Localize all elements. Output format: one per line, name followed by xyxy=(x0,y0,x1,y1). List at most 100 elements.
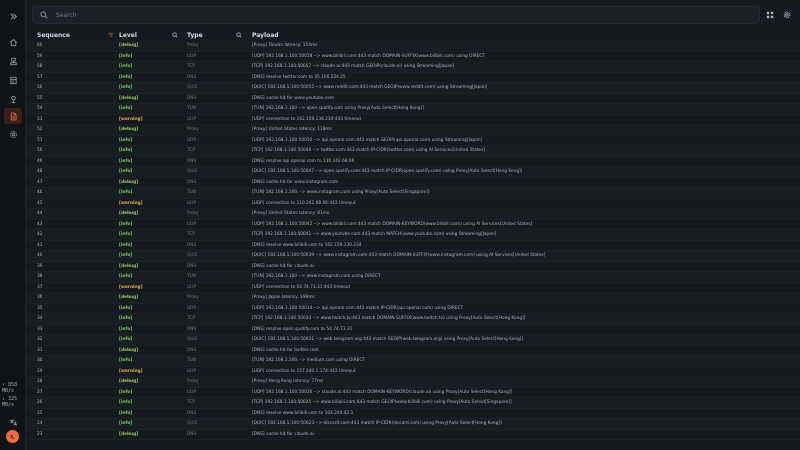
table-row[interactable]: 27 [info] UDP [UDP] 192.168.1.100:50026 -->… xyxy=(26,388,800,398)
log-type: TUN xyxy=(187,190,196,195)
sidebar: ↑ 858 MB/s ↓ 325 MB/s xyxy=(0,0,26,450)
log-sequence: 35 xyxy=(37,305,43,311)
log-sequence: 24 xyxy=(37,421,43,426)
table-row[interactable]: 28 [debug] Proxy [Proxy] Hong Kong latency:… xyxy=(26,377,800,388)
expand-sidebar-button[interactable] xyxy=(4,8,22,24)
table-row[interactable]: 57 [info] DNS [DNS] resolve twitter.com to … xyxy=(26,73,800,83)
table-row[interactable]: 37 [warning] UDP [UDP] connection to 54.74.… xyxy=(26,283,800,293)
nav-home[interactable] xyxy=(4,34,22,50)
log-type: UDP xyxy=(187,137,197,143)
log-type: DNS xyxy=(187,158,197,164)
language-button[interactable] xyxy=(4,414,22,430)
header-payload[interactable]: Payload xyxy=(252,32,279,39)
log-level: [info] xyxy=(119,326,133,332)
log-type: UDP xyxy=(187,389,197,395)
log-level: [info] xyxy=(119,316,133,321)
table-row[interactable]: 36 [debug] Proxy [Proxy] Japan latency: 199… xyxy=(26,293,800,304)
log-type: TCP xyxy=(187,64,195,69)
logs-icon xyxy=(10,112,16,120)
log-sequence: 28 xyxy=(37,379,43,384)
log-payload: [Proxy] Hong Kong latency: 77ms xyxy=(252,379,324,384)
table-row[interactable]: 32 [info] QUIC [QUIC] 192.168.1.100:50031 -… xyxy=(26,335,800,346)
log-payload: [DNS] cache hit for www.instagram.com xyxy=(252,179,339,185)
table-row[interactable]: 26 [info] TCP [TCP] 192.168.1.100:50025 -->… xyxy=(26,398,800,409)
log-type: UDP xyxy=(187,368,197,374)
log-type: UDP xyxy=(187,221,197,227)
nav-rules[interactable] xyxy=(4,72,22,88)
table-row[interactable]: 39 [debug] DNS [DNS] cache hit for claude.a… xyxy=(26,262,800,272)
log-sequence: 27 xyxy=(37,389,43,395)
table-row[interactable]: 35 [info] UDP [UDP] 192.168.1.100:50034 -->… xyxy=(26,304,800,314)
table-row[interactable]: 25 [info] DNS [DNS] resolve www.bilibili.co… xyxy=(26,409,800,419)
log-sequence: 48 xyxy=(37,169,43,174)
log-level: [info] xyxy=(119,85,133,90)
log-level: [info] xyxy=(119,232,133,237)
table-row[interactable]: 60 [debug] Proxy [Proxy] Taiwan latency: 15… xyxy=(26,41,800,52)
table-row[interactable]: 42 [info] TCP [TCP] 192.168.1.100:50041 -->… xyxy=(26,230,800,241)
table-row[interactable]: 31 [debug] DNS [DNS] cache hit for twitter.… xyxy=(26,346,800,356)
nav-logs[interactable] xyxy=(4,108,22,124)
log-type: UDP xyxy=(187,53,197,59)
log-payload: [UDP] 192.168.1.100:50034 --> api.openai… xyxy=(252,305,464,311)
table-row[interactable]: 59 [info] UDP [UDP] 192.168.1.100:50058 -->… xyxy=(26,52,800,62)
log-sequence: 41 xyxy=(37,242,43,248)
table-row[interactable]: 52 [debug] Proxy [Proxy] United States late… xyxy=(26,125,800,136)
table-row[interactable]: 50 [info] TCP [TCP] 192.168.1.100:50049 -->… xyxy=(26,146,800,157)
search-input[interactable] xyxy=(56,11,656,19)
nav-connections[interactable] xyxy=(4,91,22,107)
header-level[interactable]: Level xyxy=(119,32,137,39)
table-row[interactable]: 54 [info] TUN [TUN] 192.168.1.100 --> open.… xyxy=(26,104,800,115)
log-type: Proxy xyxy=(187,211,199,216)
settings-icon xyxy=(9,130,17,138)
table-row[interactable]: 55 [debug] DNS [DNS] cache hit for www.yout… xyxy=(26,94,800,104)
proxies-icon xyxy=(9,57,17,65)
type-filter-search-icon[interactable] xyxy=(236,32,242,38)
log-sequence: 33 xyxy=(37,326,43,332)
table-row[interactable]: 44 [debug] Proxy [Proxy] United States late… xyxy=(26,209,800,220)
table-row[interactable]: 47 [debug] DNS [DNS] cache hit for www.inst… xyxy=(26,178,800,188)
log-settings-button[interactable] xyxy=(781,9,793,21)
nav-settings[interactable] xyxy=(4,126,22,142)
log-payload: [DNS] resolve twitter.com to 35.166.224.… xyxy=(252,74,346,80)
table-row[interactable]: 33 [info] DNS [DNS] resolve open.spotify.co… xyxy=(26,325,800,335)
log-sequence: 58 xyxy=(37,64,43,69)
table-row[interactable]: 40 [info] QUIC [QUIC] 192.168.1.100:50039 -… xyxy=(26,251,800,262)
log-sequence: 51 xyxy=(37,137,43,143)
table-row[interactable]: 41 [info] DNS [DNS] resolve www.bilibili.co… xyxy=(26,241,800,251)
table-row[interactable]: 51 [info] UDP [UDP] 192.168.1.100:50050 -->… xyxy=(26,136,800,146)
log-type: QUIC xyxy=(187,253,198,258)
log-sequence: 30 xyxy=(37,358,43,363)
search-box[interactable] xyxy=(32,6,760,24)
table-row[interactable]: 30 [info] TUN [TUN] 192.168.1.100 --> mediu… xyxy=(26,356,800,367)
table-row[interactable]: 45 [warning] UDP [UDP] connection to 110.24… xyxy=(26,199,800,209)
table-row[interactable]: 48 [info] QUIC [QUIC] 192.168.1.100:50047 -… xyxy=(26,167,800,178)
log-level: [info] xyxy=(119,305,133,311)
log-payload: [DNS] cache hit for twitter.com xyxy=(252,347,319,353)
table-row[interactable]: 53 [warning] UDP [UDP] connection to 162.15… xyxy=(26,115,800,125)
table-row[interactable]: 38 [info] TUN [TUN] 192.168.1.100 --> www.i… xyxy=(26,272,800,283)
log-payload: [UDP] 192.168.1.100:50042 --> www.bilibi… xyxy=(252,221,533,227)
table-row[interactable]: 46 [info] TUN [TUN] 192.168.1.100 --> www.i… xyxy=(26,188,800,199)
table-row[interactable]: 43 [info] UDP [UDP] 192.168.1.100:50042 -->… xyxy=(26,220,800,230)
table-row[interactable]: 23 [debug] DNS [DNS] cache hit for claude.a… xyxy=(26,430,800,440)
grid-view-button[interactable] xyxy=(764,9,776,21)
log-level: [info] xyxy=(119,358,133,363)
app-logo[interactable] xyxy=(6,430,19,443)
header-type[interactable]: Type xyxy=(187,32,203,39)
log-payload: [UDP] connection to 162.159.138.234:443 … xyxy=(252,116,362,122)
sort-desc-icon[interactable] xyxy=(108,32,114,38)
table-row[interactable]: 56 [info] QUIC [QUIC] 192.168.1.100:50055 -… xyxy=(26,83,800,94)
table-row[interactable]: 58 [info] TCP [TCP] 192.168.1.100:50057 -->… xyxy=(26,62,800,73)
log-sequence: 43 xyxy=(37,221,43,227)
table-row[interactable]: 34 [info] TCP [TCP] 192.168.1.100:50033 -->… xyxy=(26,314,800,325)
home-icon xyxy=(9,38,17,46)
table-row[interactable]: 29 [warning] UDP [UDP] connection to 157.24… xyxy=(26,367,800,377)
level-filter-search-icon[interactable] xyxy=(172,32,178,38)
table-row[interactable]: 49 [info] DNS [DNS] resolve api.openai.com … xyxy=(26,157,800,167)
header-sequence[interactable]: Sequence xyxy=(37,32,70,39)
table-row[interactable]: 24 [info] QUIC [QUIC] 192.168.1.100:50023 -… xyxy=(26,419,800,430)
log-level: [debug] xyxy=(119,211,139,216)
nav-proxies[interactable] xyxy=(4,53,22,69)
log-sequence: 34 xyxy=(37,316,43,321)
log-level: [warning] xyxy=(119,116,143,122)
